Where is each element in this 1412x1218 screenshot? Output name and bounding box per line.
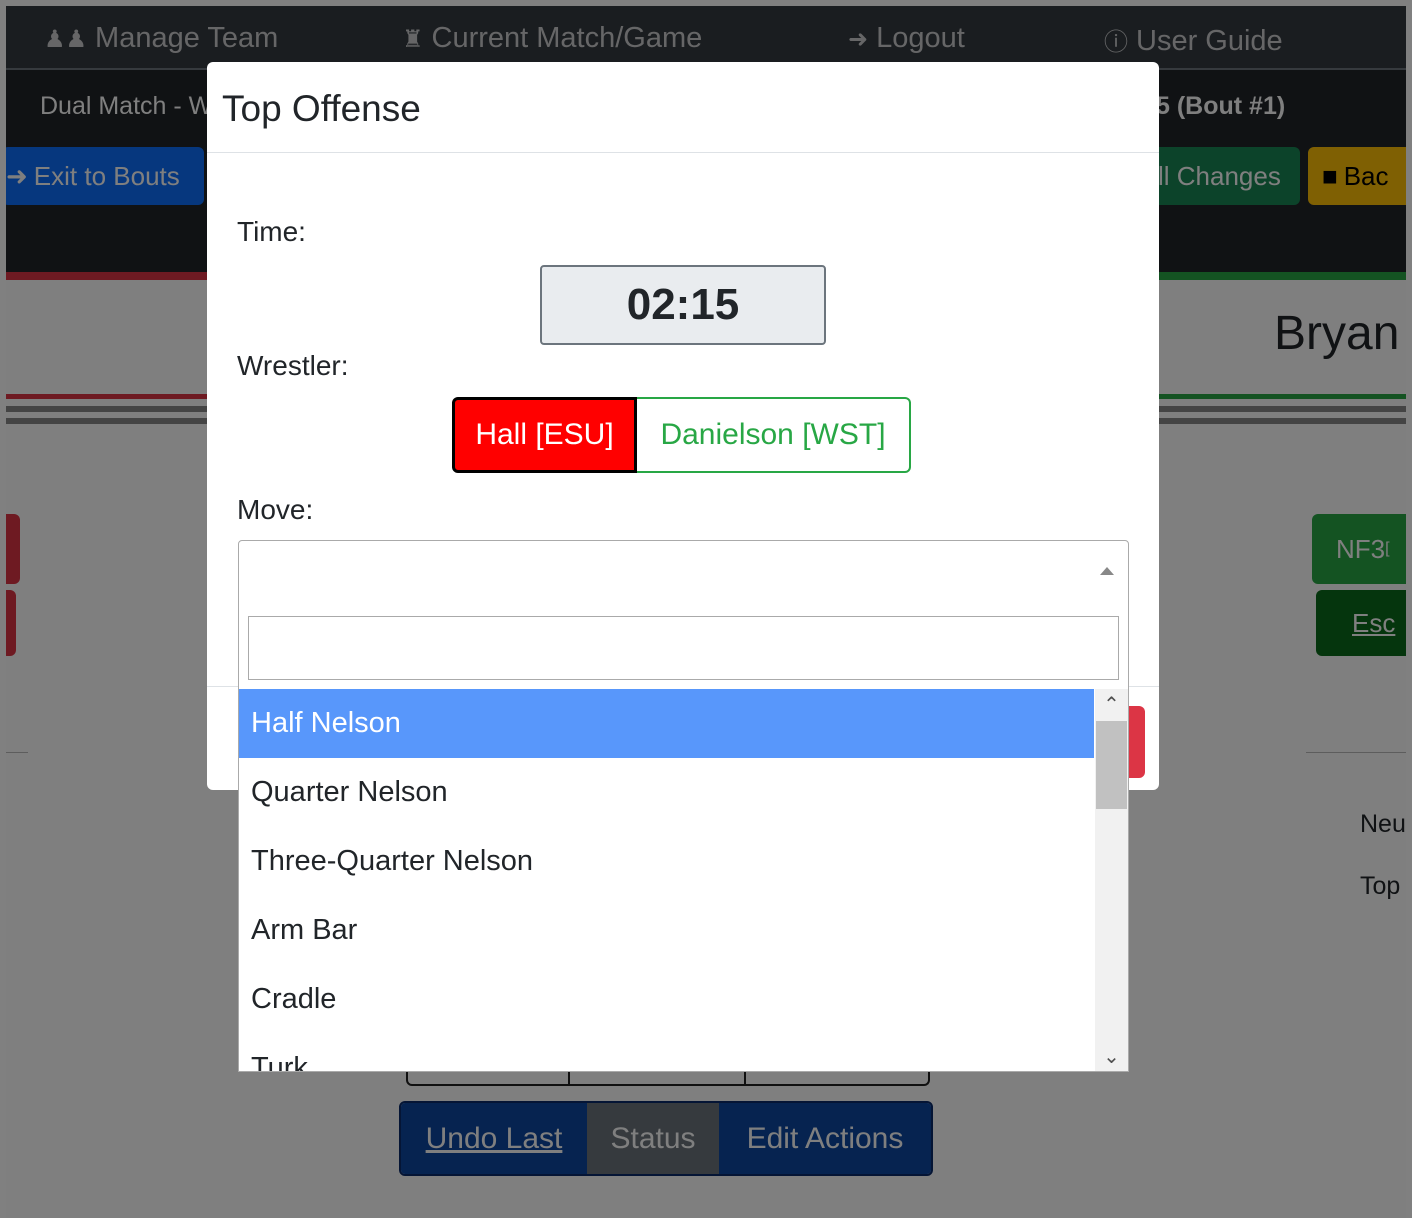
move-search-input[interactable] xyxy=(248,616,1119,680)
wrestler-red-button[interactable]: Hall [ESU] xyxy=(452,397,637,473)
move-option-half-nelson[interactable]: Half Nelson xyxy=(239,689,1094,758)
wrestler-label: Wrestler: xyxy=(237,350,349,381)
caret-up-icon xyxy=(1100,567,1114,575)
move-option-turk[interactable]: Turk xyxy=(239,1034,1094,1071)
move-option-arm-bar[interactable]: Arm Bar xyxy=(239,896,1094,965)
scroll-down-icon[interactable]: ⌄ xyxy=(1095,1041,1128,1071)
modal-header: Top Offense xyxy=(207,62,1159,153)
move-option-three-quarter-nelson[interactable]: Three-Quarter Nelson xyxy=(239,827,1094,896)
time-label: Time: xyxy=(237,216,306,247)
scroll-up-icon[interactable]: ⌃ xyxy=(1095,689,1128,719)
move-option-quarter-nelson[interactable]: Quarter Nelson xyxy=(239,758,1094,827)
move-option-cradle[interactable]: Cradle xyxy=(239,965,1094,1034)
modal-footer-red-button[interactable] xyxy=(1127,706,1145,778)
app-frame: ♟♟Manage Team ♜Current Match/Game ➜Logou… xyxy=(6,6,1406,1218)
modal-title: Top Offense xyxy=(222,88,421,129)
move-dropdown: Half Nelson Quarter Nelson Three-Quarter… xyxy=(238,607,1129,1072)
scrollbar-thumb[interactable] xyxy=(1096,721,1127,809)
move-select[interactable] xyxy=(238,540,1129,608)
wrestler-green-button[interactable]: Danielson [WST] xyxy=(637,397,911,473)
options-scrollbar[interactable]: ⌃ ⌄ xyxy=(1095,689,1128,1071)
move-options-list: Half Nelson Quarter Nelson Three-Quarter… xyxy=(239,689,1094,1071)
wrestler-toggle-group: Hall [ESU] Danielson [WST] xyxy=(452,397,911,473)
time-display[interactable]: 02:15 xyxy=(540,265,826,345)
move-label: Move: xyxy=(237,494,314,525)
